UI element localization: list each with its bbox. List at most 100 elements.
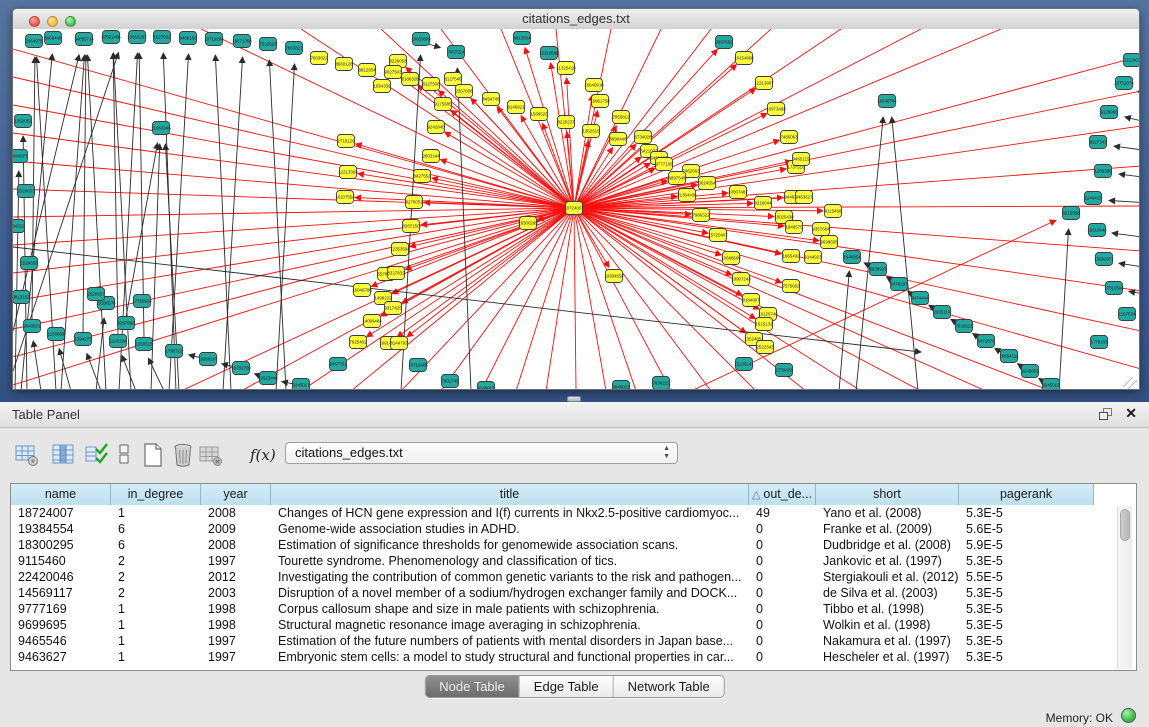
graph-node[interactable]: 15716485	[408, 359, 428, 372]
table-cell[interactable]: 5.9E-5	[959, 537, 1094, 553]
table-cell[interactable]: Franke et al. (2009)	[816, 521, 959, 537]
graph-node[interactable]: 1112403	[1124, 54, 1140, 67]
table-cell[interactable]: Structural magnetic resonance image aver…	[271, 617, 749, 633]
close-panel-button[interactable]: ✕	[1125, 405, 1137, 422]
table-cell[interactable]: 22420046	[11, 569, 111, 585]
table-cell[interactable]: Corpus callosum shape and size in male p…	[271, 601, 749, 617]
graph-node[interactable]: 2803144	[422, 150, 440, 163]
graph-node[interactable]: 7663821	[285, 42, 303, 55]
graph-node[interactable]: 15218586	[539, 47, 559, 60]
table-cell[interactable]: Changes of HCN gene expression and I(f) …	[271, 505, 749, 521]
show-columns-button[interactable]	[50, 442, 76, 468]
tab-network-table[interactable]: Network Table	[614, 676, 724, 697]
graph-node[interactable]: 8813054	[513, 32, 531, 45]
graph-node[interactable]: 2718126	[337, 135, 355, 148]
table-cell[interactable]: 14569117	[11, 585, 111, 601]
graph-node[interactable]: 9242845	[427, 121, 445, 134]
graph-node[interactable]: 9146821	[507, 101, 525, 114]
graph-node[interactable]: 2935114	[934, 306, 951, 319]
graph-node[interactable]: 9115460	[825, 205, 842, 218]
table-cell[interactable]: 9777169	[11, 601, 111, 617]
graph-node[interactable]: 12213363	[338, 166, 358, 179]
table-row[interactable]: 1830029562008Estimation of significance …	[11, 537, 1136, 553]
graph-node[interactable]: 9466160	[179, 32, 197, 45]
graph-node[interactable]: 7857224	[447, 46, 465, 59]
graph-node[interactable]: 16782759	[231, 362, 251, 375]
graph-node[interactable]: 8327832	[387, 267, 405, 280]
graph-node[interactable]: 9465115	[793, 153, 810, 166]
graph-node[interactable]: 9699695	[820, 236, 838, 249]
graph-node[interactable]: 9457751	[329, 358, 347, 371]
graph-node[interactable]: 1209388	[1094, 165, 1112, 178]
graph-node[interactable]: 21364436	[677, 189, 697, 202]
table-cell[interactable]: 9463627	[11, 649, 111, 665]
graph-node[interactable]: 12923446	[258, 372, 278, 385]
tab-edge-table[interactable]: Edge Table	[520, 676, 614, 697]
table-cell[interactable]: 0	[749, 649, 816, 665]
column-header-name[interactable]: name	[11, 484, 111, 505]
graph-node[interactable]: 2520657	[87, 288, 105, 301]
table-cell[interactable]: 2009	[201, 521, 271, 537]
table-cell[interactable]: 9465546	[11, 633, 111, 649]
table-cell[interactable]: 2008	[201, 505, 271, 521]
graph-node[interactable]: 9474444	[911, 292, 929, 305]
function-builder-button[interactable]: f(x)	[250, 446, 276, 464]
table-cell[interactable]: 1998	[201, 601, 271, 617]
graph-node[interactable]: 9245012	[1042, 379, 1060, 390]
table-cell[interactable]: Nakamura et al. (1997)	[816, 633, 959, 649]
table-cell[interactable]: 5.3E-5	[959, 649, 1094, 665]
tab-node-table[interactable]: Node Table	[425, 676, 520, 697]
graph-node[interactable]: 37691406	[101, 31, 121, 44]
canvas-resize-grip[interactable]	[1123, 377, 1137, 389]
vertical-scrollbar[interactable]	[1117, 506, 1132, 669]
graph-node[interactable]: 18300295	[518, 217, 538, 230]
graph-node[interactable]: 1244415	[1084, 192, 1102, 205]
table-cell[interactable]: 2	[111, 553, 201, 569]
table-settings-button[interactable]	[14, 442, 40, 468]
graph-node[interactable]: 7663822	[310, 52, 328, 65]
table-cell[interactable]: Tibbo et al. (1998)	[816, 601, 959, 617]
graph-node[interactable]: 8144793	[390, 337, 408, 350]
graph-node[interactable]: 18907243	[731, 273, 751, 286]
graph-node[interactable]: 9144923	[804, 251, 822, 264]
graph-node[interactable]: 21953346	[151, 122, 171, 135]
table-cell[interactable]: 5.3E-5	[959, 553, 1094, 569]
table-cell[interactable]: 2003	[201, 585, 271, 601]
table-selector-dropdown[interactable]: citations_edges.txt ▲▼	[285, 442, 678, 464]
float-panel-button[interactable]	[1099, 408, 1113, 421]
graph-node[interactable]: 7485063	[780, 131, 798, 144]
graph-node[interactable]: 2520653	[17, 185, 35, 198]
graph-node[interactable]: 9027503	[384, 66, 402, 79]
table-cell[interactable]: 18724007	[11, 505, 111, 521]
column-header-out_de[interactable]: △out_de...	[749, 484, 816, 505]
scrollbar-thumb[interactable]	[1120, 509, 1130, 541]
column-header-in_degree[interactable]: in_degree	[111, 484, 201, 505]
graph-node[interactable]: 9913153	[13, 291, 30, 304]
table-cell[interactable]: 5.3E-5	[959, 601, 1094, 617]
graph-node[interactable]: 10958107	[198, 353, 218, 366]
table-cell[interactable]: Jankovic et al. (1997)	[816, 553, 959, 569]
table-cell[interactable]: Disruption of a novel member of a sodium…	[271, 585, 749, 601]
table-cell[interactable]: Investigating the contribution of common…	[271, 569, 749, 585]
table-cell[interactable]: 9699695	[11, 617, 111, 633]
table-cell[interactable]: 1	[111, 601, 201, 617]
graph-node[interactable]: 8660128	[335, 58, 353, 71]
graph-node[interactable]: 17359924	[132, 295, 152, 308]
table-cell[interactable]: 5.3E-5	[959, 585, 1094, 601]
graph-node[interactable]: 10719184	[204, 33, 224, 46]
graph-node[interactable]: 9845022	[612, 381, 630, 390]
table-row[interactable]: 1456911722003Disruption of a novel membe…	[11, 585, 1136, 601]
graph-node[interactable]: 7515526	[259, 38, 277, 51]
graph-node[interactable]: 1350515	[135, 338, 153, 351]
graph-node[interactable]: 2522543	[756, 341, 774, 354]
graph-node[interactable]: 3624554	[698, 177, 716, 190]
table-cell[interactable]: 49	[749, 505, 816, 521]
graph-node[interactable]: 1733426	[775, 364, 793, 377]
graph-node[interactable]: 7955812	[612, 111, 630, 124]
graph-node[interactable]: 9245652	[1021, 365, 1039, 378]
delete-rows-button[interactable]	[170, 442, 196, 468]
graph-node[interactable]: 9245017	[292, 379, 310, 390]
graph-node[interactable]: 1362615	[582, 125, 600, 138]
table-cell[interactable]: 1998	[201, 617, 271, 633]
table-row[interactable]: 969969511998Structural magnetic resonanc…	[11, 617, 1136, 633]
